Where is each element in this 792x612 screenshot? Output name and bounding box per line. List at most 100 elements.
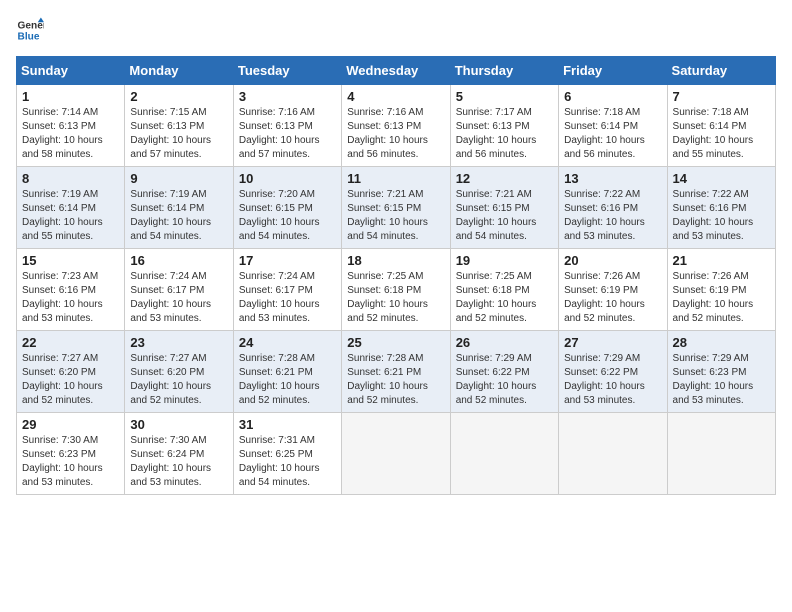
day-info: Sunrise: 7:28 AM Sunset: 6:21 PM Dayligh… bbox=[239, 352, 336, 408]
day-number: 24 bbox=[239, 335, 336, 350]
day-number: 27 bbox=[564, 335, 661, 350]
day-info: Sunrise: 7:16 AM Sunset: 6:13 PM Dayligh… bbox=[239, 106, 336, 162]
day-number: 25 bbox=[347, 335, 444, 350]
day-number: 31 bbox=[239, 417, 336, 432]
calendar-cell: 16 Sunrise: 7:24 AM Sunset: 6:17 PM Dayl… bbox=[125, 249, 233, 331]
day-info: Sunrise: 7:25 AM Sunset: 6:18 PM Dayligh… bbox=[347, 270, 444, 326]
calendar-cell: 12 Sunrise: 7:21 AM Sunset: 6:15 PM Dayl… bbox=[450, 167, 558, 249]
calendar-cell: 26 Sunrise: 7:29 AM Sunset: 6:22 PM Dayl… bbox=[450, 331, 558, 413]
day-number: 30 bbox=[130, 417, 227, 432]
calendar-cell: 3 Sunrise: 7:16 AM Sunset: 6:13 PM Dayli… bbox=[233, 85, 341, 167]
calendar-cell: 2 Sunrise: 7:15 AM Sunset: 6:13 PM Dayli… bbox=[125, 85, 233, 167]
calendar-cell: 11 Sunrise: 7:21 AM Sunset: 6:15 PM Dayl… bbox=[342, 167, 450, 249]
calendar-week-row: 1 Sunrise: 7:14 AM Sunset: 6:13 PM Dayli… bbox=[17, 85, 776, 167]
day-number: 17 bbox=[239, 253, 336, 268]
day-number: 9 bbox=[130, 171, 227, 186]
day-info: Sunrise: 7:26 AM Sunset: 6:19 PM Dayligh… bbox=[673, 270, 770, 326]
day-number: 10 bbox=[239, 171, 336, 186]
day-number: 23 bbox=[130, 335, 227, 350]
day-info: Sunrise: 7:30 AM Sunset: 6:23 PM Dayligh… bbox=[22, 434, 119, 490]
day-number: 7 bbox=[673, 89, 770, 104]
day-info: Sunrise: 7:29 AM Sunset: 6:23 PM Dayligh… bbox=[673, 352, 770, 408]
day-info: Sunrise: 7:18 AM Sunset: 6:14 PM Dayligh… bbox=[673, 106, 770, 162]
calendar-cell: 10 Sunrise: 7:20 AM Sunset: 6:15 PM Dayl… bbox=[233, 167, 341, 249]
day-info: Sunrise: 7:19 AM Sunset: 6:14 PM Dayligh… bbox=[22, 188, 119, 244]
calendar-cell: 23 Sunrise: 7:27 AM Sunset: 6:20 PM Dayl… bbox=[125, 331, 233, 413]
day-number: 6 bbox=[564, 89, 661, 104]
day-number: 16 bbox=[130, 253, 227, 268]
calendar-cell: 19 Sunrise: 7:25 AM Sunset: 6:18 PM Dayl… bbox=[450, 249, 558, 331]
day-number: 15 bbox=[22, 253, 119, 268]
day-number: 5 bbox=[456, 89, 553, 104]
day-info: Sunrise: 7:29 AM Sunset: 6:22 PM Dayligh… bbox=[564, 352, 661, 408]
day-info: Sunrise: 7:26 AM Sunset: 6:19 PM Dayligh… bbox=[564, 270, 661, 326]
day-info: Sunrise: 7:22 AM Sunset: 6:16 PM Dayligh… bbox=[564, 188, 661, 244]
day-info: Sunrise: 7:17 AM Sunset: 6:13 PM Dayligh… bbox=[456, 106, 553, 162]
weekday-header-cell: Monday bbox=[125, 57, 233, 85]
calendar-week-row: 29 Sunrise: 7:30 AM Sunset: 6:23 PM Dayl… bbox=[17, 413, 776, 495]
calendar-table: SundayMondayTuesdayWednesdayThursdayFrid… bbox=[16, 56, 776, 495]
weekday-header-cell: Sunday bbox=[17, 57, 125, 85]
weekday-header-cell: Friday bbox=[559, 57, 667, 85]
calendar-cell: 24 Sunrise: 7:28 AM Sunset: 6:21 PM Dayl… bbox=[233, 331, 341, 413]
logo: General Blue bbox=[16, 16, 44, 44]
day-info: Sunrise: 7:30 AM Sunset: 6:24 PM Dayligh… bbox=[130, 434, 227, 490]
calendar-cell: 9 Sunrise: 7:19 AM Sunset: 6:14 PM Dayli… bbox=[125, 167, 233, 249]
calendar-week-row: 15 Sunrise: 7:23 AM Sunset: 6:16 PM Dayl… bbox=[17, 249, 776, 331]
day-info: Sunrise: 7:19 AM Sunset: 6:14 PM Dayligh… bbox=[130, 188, 227, 244]
calendar-cell: 15 Sunrise: 7:23 AM Sunset: 6:16 PM Dayl… bbox=[17, 249, 125, 331]
day-number: 14 bbox=[673, 171, 770, 186]
day-info: Sunrise: 7:16 AM Sunset: 6:13 PM Dayligh… bbox=[347, 106, 444, 162]
calendar-cell: 14 Sunrise: 7:22 AM Sunset: 6:16 PM Dayl… bbox=[667, 167, 775, 249]
day-info: Sunrise: 7:25 AM Sunset: 6:18 PM Dayligh… bbox=[456, 270, 553, 326]
page-header: General Blue bbox=[16, 16, 776, 44]
day-info: Sunrise: 7:20 AM Sunset: 6:15 PM Dayligh… bbox=[239, 188, 336, 244]
day-info: Sunrise: 7:15 AM Sunset: 6:13 PM Dayligh… bbox=[130, 106, 227, 162]
day-info: Sunrise: 7:18 AM Sunset: 6:14 PM Dayligh… bbox=[564, 106, 661, 162]
day-number: 22 bbox=[22, 335, 119, 350]
weekday-header-row: SundayMondayTuesdayWednesdayThursdayFrid… bbox=[17, 57, 776, 85]
day-number: 11 bbox=[347, 171, 444, 186]
weekday-header-cell: Saturday bbox=[667, 57, 775, 85]
day-info: Sunrise: 7:28 AM Sunset: 6:21 PM Dayligh… bbox=[347, 352, 444, 408]
day-info: Sunrise: 7:24 AM Sunset: 6:17 PM Dayligh… bbox=[239, 270, 336, 326]
day-number: 29 bbox=[22, 417, 119, 432]
day-number: 12 bbox=[456, 171, 553, 186]
calendar-cell: 5 Sunrise: 7:17 AM Sunset: 6:13 PM Dayli… bbox=[450, 85, 558, 167]
weekday-header-cell: Thursday bbox=[450, 57, 558, 85]
weekday-header-cell: Tuesday bbox=[233, 57, 341, 85]
calendar-cell: 30 Sunrise: 7:30 AM Sunset: 6:24 PM Dayl… bbox=[125, 413, 233, 495]
calendar-cell: 1 Sunrise: 7:14 AM Sunset: 6:13 PM Dayli… bbox=[17, 85, 125, 167]
calendar-cell: 7 Sunrise: 7:18 AM Sunset: 6:14 PM Dayli… bbox=[667, 85, 775, 167]
day-number: 21 bbox=[673, 253, 770, 268]
calendar-cell: 25 Sunrise: 7:28 AM Sunset: 6:21 PM Dayl… bbox=[342, 331, 450, 413]
calendar-cell bbox=[450, 413, 558, 495]
day-info: Sunrise: 7:24 AM Sunset: 6:17 PM Dayligh… bbox=[130, 270, 227, 326]
day-info: Sunrise: 7:21 AM Sunset: 6:15 PM Dayligh… bbox=[347, 188, 444, 244]
calendar-cell bbox=[667, 413, 775, 495]
calendar-cell: 6 Sunrise: 7:18 AM Sunset: 6:14 PM Dayli… bbox=[559, 85, 667, 167]
calendar-cell: 31 Sunrise: 7:31 AM Sunset: 6:25 PM Dayl… bbox=[233, 413, 341, 495]
day-info: Sunrise: 7:23 AM Sunset: 6:16 PM Dayligh… bbox=[22, 270, 119, 326]
svg-text:Blue: Blue bbox=[18, 31, 40, 42]
day-number: 19 bbox=[456, 253, 553, 268]
weekday-header-cell: Wednesday bbox=[342, 57, 450, 85]
logo-icon: General Blue bbox=[16, 16, 44, 44]
calendar-cell: 29 Sunrise: 7:30 AM Sunset: 6:23 PM Dayl… bbox=[17, 413, 125, 495]
day-number: 26 bbox=[456, 335, 553, 350]
calendar-cell: 20 Sunrise: 7:26 AM Sunset: 6:19 PM Dayl… bbox=[559, 249, 667, 331]
day-info: Sunrise: 7:27 AM Sunset: 6:20 PM Dayligh… bbox=[22, 352, 119, 408]
calendar-cell bbox=[342, 413, 450, 495]
day-number: 3 bbox=[239, 89, 336, 104]
calendar-cell: 27 Sunrise: 7:29 AM Sunset: 6:22 PM Dayl… bbox=[559, 331, 667, 413]
calendar-week-row: 22 Sunrise: 7:27 AM Sunset: 6:20 PM Dayl… bbox=[17, 331, 776, 413]
calendar-body: 1 Sunrise: 7:14 AM Sunset: 6:13 PM Dayli… bbox=[17, 85, 776, 495]
day-number: 8 bbox=[22, 171, 119, 186]
calendar-cell: 8 Sunrise: 7:19 AM Sunset: 6:14 PM Dayli… bbox=[17, 167, 125, 249]
calendar-cell: 18 Sunrise: 7:25 AM Sunset: 6:18 PM Dayl… bbox=[342, 249, 450, 331]
day-info: Sunrise: 7:14 AM Sunset: 6:13 PM Dayligh… bbox=[22, 106, 119, 162]
calendar-cell: 13 Sunrise: 7:22 AM Sunset: 6:16 PM Dayl… bbox=[559, 167, 667, 249]
day-info: Sunrise: 7:21 AM Sunset: 6:15 PM Dayligh… bbox=[456, 188, 553, 244]
calendar-cell: 17 Sunrise: 7:24 AM Sunset: 6:17 PM Dayl… bbox=[233, 249, 341, 331]
day-number: 18 bbox=[347, 253, 444, 268]
